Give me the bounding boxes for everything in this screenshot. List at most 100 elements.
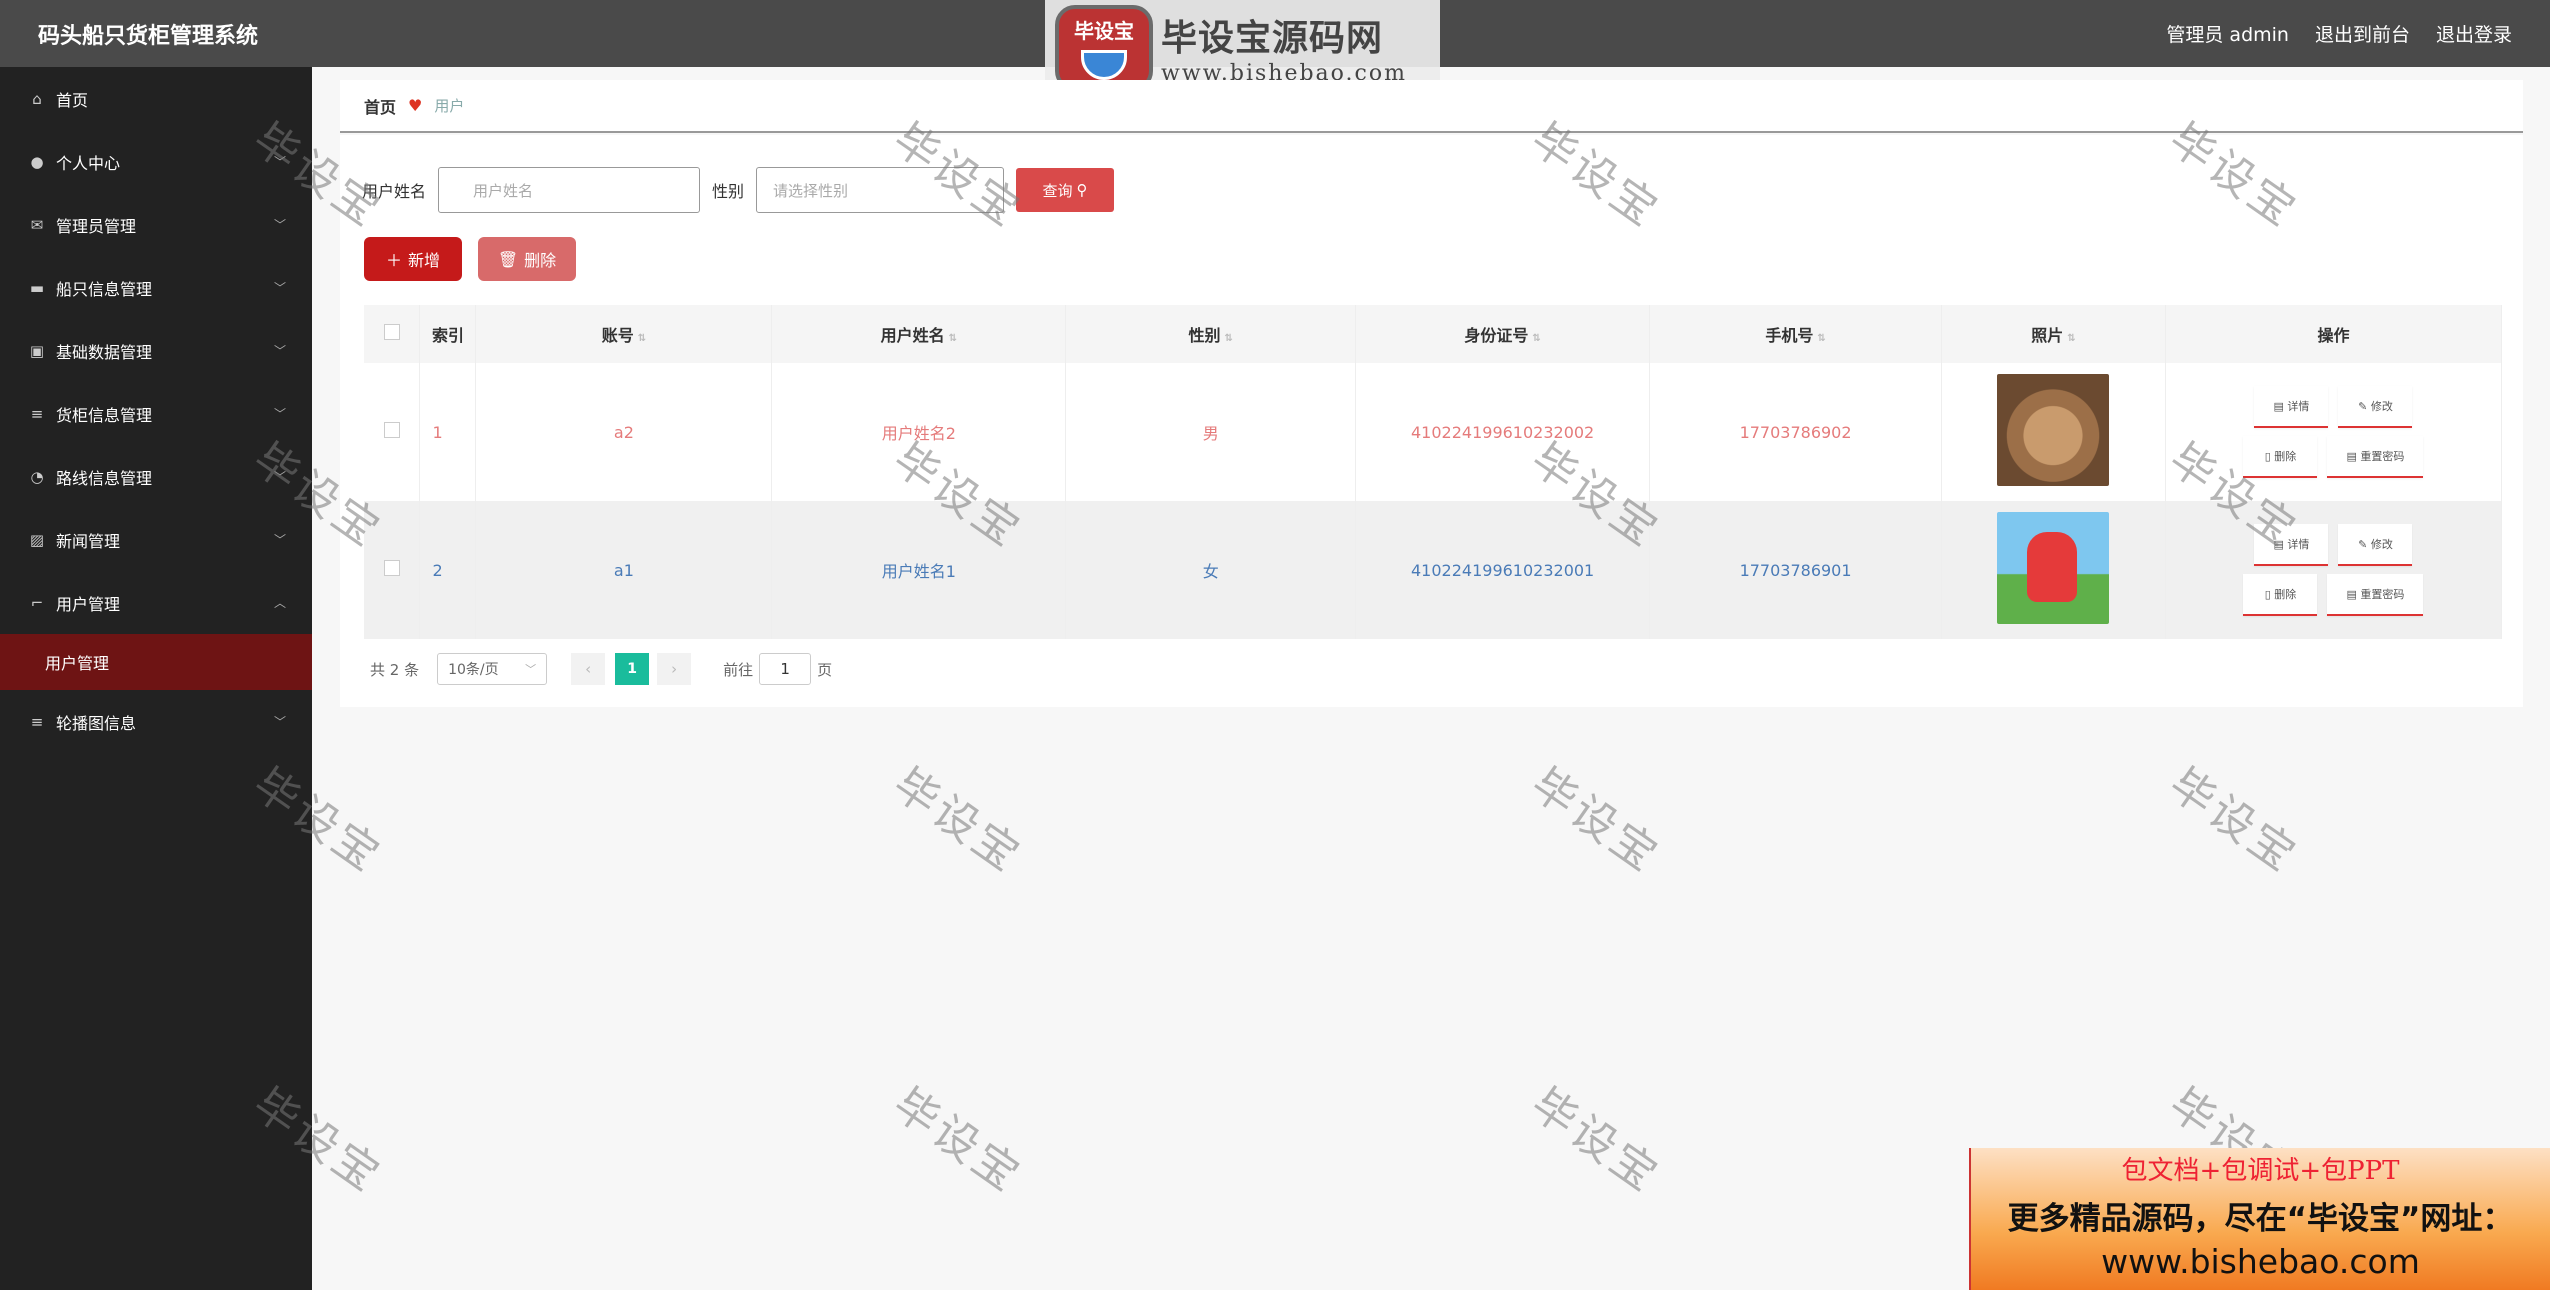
- detail-label: 详情: [2287, 538, 2310, 551]
- pager-total: 共 2 条: [370, 660, 420, 679]
- chevron-down-icon: ﹀: [273, 344, 286, 358]
- chevron-left-icon: ‹: [585, 660, 592, 678]
- sidebar-item-admin-management[interactable]: ✉ 管理员管理 ﹀: [0, 193, 312, 256]
- ad-line1: 包文档+包调试+包PPT: [2121, 1156, 2400, 1186]
- col-photo[interactable]: 照片 ⇅: [1941, 305, 2166, 363]
- col-actions: 操作: [2165, 305, 2503, 363]
- col-id-number[interactable]: 身份证号 ⇅: [1355, 305, 1651, 363]
- col-phone[interactable]: 手机号 ⇅: [1649, 305, 1943, 363]
- cell-index: 1: [419, 363, 477, 501]
- delete-button-label: 删除: [524, 251, 557, 270]
- crop-icon: ⌐: [30, 593, 44, 612]
- cell-photo: [1941, 501, 2166, 639]
- page-size-select[interactable]: 10条/页 ﹀: [437, 653, 548, 685]
- watermark: 毕设宝: [1521, 758, 1670, 883]
- logo-text: 毕设宝源码网 www.bishebao.com: [1161, 9, 1407, 86]
- trash-icon: 🗑: [497, 249, 519, 269]
- col-name[interactable]: 用户姓名 ⇅: [771, 305, 1067, 363]
- doc-icon: ▤: [2346, 449, 2361, 463]
- heart-icon: ♥: [408, 96, 423, 115]
- sidebar-item-label: 管理员管理: [56, 216, 137, 236]
- logo-badge-text: 毕设宝: [1074, 19, 1134, 43]
- ship-icon: ▬: [29, 278, 45, 297]
- sidebar-item-label: 货柜信息管理: [56, 405, 153, 425]
- cell-id-number: 410224199610232001: [1355, 501, 1651, 639]
- chevron-down-icon: ﹀: [273, 155, 286, 169]
- sort-icon: ⇅: [2067, 333, 2076, 344]
- edit-button[interactable]: ✎ 修改: [2338, 386, 2413, 428]
- chart-icon: ▨: [29, 530, 45, 549]
- admin-user-label[interactable]: 管理员 admin: [2166, 20, 2289, 47]
- sidebar-item-carousel[interactable]: ≡ 轮播图信息 ﹀: [0, 690, 312, 753]
- plus-icon: ＋: [385, 251, 402, 270]
- exit-to-frontend-link[interactable]: 退出到前台: [2315, 20, 2410, 47]
- row-checkbox[interactable]: [383, 560, 400, 576]
- row-checkbox-cell: [364, 501, 421, 639]
- table-row: 1 a2 用户姓名2 男 410224199610232002 17703786…: [364, 363, 2503, 501]
- sidebar-item-label: 新闻管理: [56, 531, 121, 551]
- col-account[interactable]: 账号 ⇅: [475, 305, 773, 363]
- edit-label: 修改: [2370, 400, 2393, 413]
- logo-face-icon: [1081, 50, 1127, 80]
- user-photo-cartoon[interactable]: [1997, 512, 2110, 624]
- name-search-input[interactable]: 用户姓名: [438, 167, 701, 213]
- chevron-right-icon: ›: [671, 660, 678, 678]
- gender-select[interactable]: 请选择性别: [756, 167, 1005, 213]
- sidebar-item-user-management[interactable]: ⌐ 用户管理 ︿: [0, 571, 312, 634]
- prev-page-button[interactable]: ‹: [571, 653, 606, 685]
- detail-button[interactable]: ▤ 详情: [2254, 386, 2329, 428]
- logout-link[interactable]: 退出登录: [2436, 20, 2512, 47]
- col-gender[interactable]: 性别 ⇅: [1065, 305, 1357, 363]
- edit-button[interactable]: ✎ 修改: [2338, 524, 2413, 566]
- chevron-down-icon: ﹀: [525, 663, 537, 676]
- sidebar-subitem-user-management[interactable]: 用户管理: [0, 634, 312, 690]
- gauge-icon: ◔: [30, 467, 44, 486]
- sidebar-item-container-management[interactable]: ≡ 货柜信息管理 ﹀: [0, 382, 312, 445]
- query-button[interactable]: 查询 ⚲: [1016, 168, 1115, 212]
- sort-icon: ⇅: [1817, 333, 1826, 344]
- cell-index: 2: [419, 501, 477, 639]
- chevron-down-icon: ﹀: [273, 218, 286, 232]
- top-actions: 管理员 admin 退出到前台 退出登录: [2166, 20, 2512, 47]
- sidebar-item-ship-management[interactable]: ▬ 船只信息管理 ﹀: [0, 256, 312, 319]
- logo-badge: 毕设宝: [1055, 4, 1153, 91]
- cell-account: a2: [475, 363, 773, 501]
- watermark: 毕设宝: [883, 1078, 1032, 1203]
- home-icon: ⌂: [32, 89, 42, 108]
- row-checkbox[interactable]: [383, 422, 400, 438]
- sidebar-item-basic-data[interactable]: ▣ 基础数据管理 ﹀: [0, 319, 312, 382]
- sidebar-item-news-management[interactable]: ▨ 新闻管理 ﹀: [0, 508, 312, 571]
- delete-label: 删除: [2274, 588, 2297, 601]
- breadcrumb: 首页 ♥ 用户: [340, 80, 2523, 133]
- next-page-button[interactable]: ›: [657, 653, 692, 685]
- sidebar-item-personal-center[interactable]: ● 个人中心 ﹀: [0, 130, 312, 193]
- user-photo-cat[interactable]: [1997, 374, 2110, 486]
- page-number[interactable]: 1: [615, 653, 650, 685]
- cell-photo: [1941, 363, 2166, 501]
- sidebar-item-label: 首页: [56, 90, 89, 110]
- cell-name: 用户姓名1: [771, 501, 1067, 639]
- select-all-checkbox[interactable]: [383, 324, 400, 340]
- row-actions: ▤ 详情 ✎ 修改 ▯ 删除 ▤ 重置密码: [2213, 524, 2453, 616]
- table-header-row: 索引 账号 ⇅ 用户姓名 ⇅ 性别 ⇅ 身份证号 ⇅ 手机号 ⇅ 照片 ⇅ 操作: [364, 305, 2503, 363]
- sidebar-item-home[interactable]: ⌂ 首页: [0, 67, 312, 130]
- delete-label: 删除: [2274, 450, 2297, 463]
- doc-icon: ▤: [2273, 537, 2288, 551]
- delete-button[interactable]: ▯ 删除: [2243, 436, 2318, 478]
- watermark: 毕设宝: [1521, 1078, 1670, 1203]
- goto-page-input[interactable]: 1: [759, 653, 812, 685]
- ad-banner[interactable]: 包文档+包调试+包PPT 更多精品源码，尽在“毕设宝”网址： www.bishe…: [1969, 1148, 2550, 1290]
- ad-line2: 更多精品源码，尽在“毕设宝”网址：: [2007, 1201, 2514, 1237]
- detail-button[interactable]: ▤ 详情: [2254, 524, 2329, 566]
- sidebar-item-route-management[interactable]: ◔ 路线信息管理 ﹀: [0, 445, 312, 508]
- doc-icon: ▤: [2273, 399, 2288, 413]
- sidebar-item-label: 个人中心: [56, 153, 121, 173]
- delete-button[interactable]: ▯ 删除: [2243, 574, 2318, 616]
- breadcrumb-home[interactable]: 首页: [364, 94, 396, 118]
- add-button[interactable]: ＋ 新增: [364, 237, 462, 281]
- chevron-down-icon: ﹀: [273, 470, 286, 484]
- edit-label: 修改: [2370, 538, 2393, 551]
- batch-delete-button[interactable]: 🗑 删除: [478, 237, 576, 281]
- reset-password-button[interactable]: ▤ 重置密码: [2327, 436, 2424, 478]
- reset-password-button[interactable]: ▤ 重置密码: [2327, 574, 2424, 616]
